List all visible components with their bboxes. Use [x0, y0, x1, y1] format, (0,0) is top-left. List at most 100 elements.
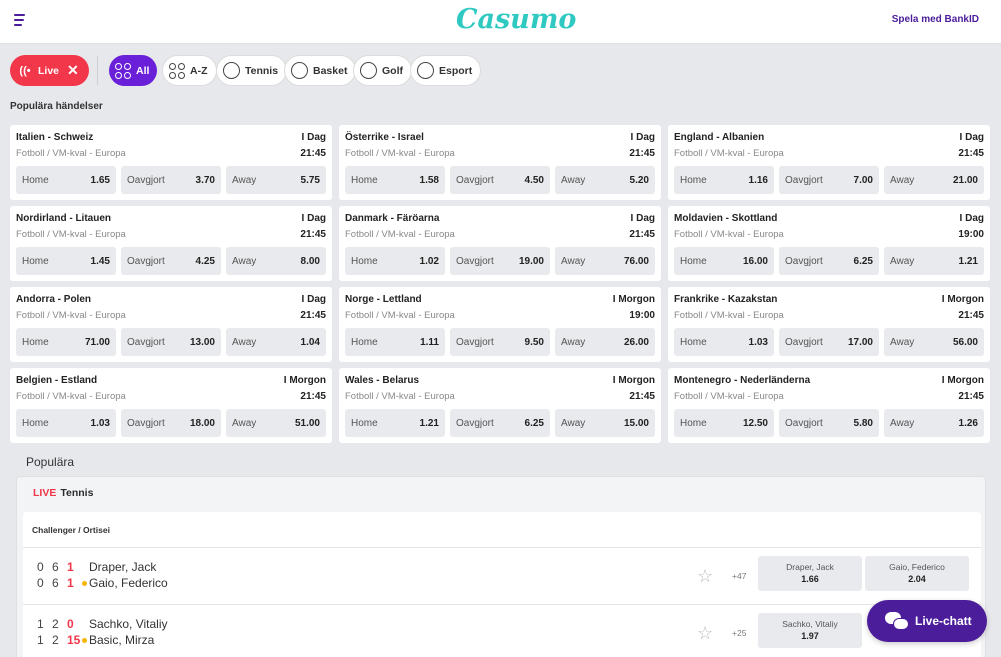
away-odds-button[interactable]: Away 5.75: [226, 166, 326, 194]
event-teams[interactable]: Danmark - Färöarna: [345, 213, 439, 224]
live-sport-header[interactable]: LIVE Tennis: [33, 487, 93, 499]
event-day: I Dag: [301, 294, 326, 305]
home-odds-button[interactable]: Home 1.58: [345, 166, 445, 194]
live-label: LIVE: [33, 487, 57, 499]
draw-odds-button[interactable]: Oavgjort 6.25: [450, 409, 550, 437]
away-odds-button[interactable]: Away 15.00: [555, 409, 655, 437]
event-card[interactable]: Danmark - Färöarna I Dag Fotboll / VM-kval…: [339, 206, 661, 281]
event-card[interactable]: Belgien - Estland I Morgon Fotboll / VM-kv…: [10, 368, 332, 443]
event-card[interactable]: Italien - Schweiz I Dag Fotboll / VM-kval …: [10, 125, 332, 200]
bankid-login-link[interactable]: Spela med BankID: [892, 14, 979, 25]
event-teams[interactable]: Norge - Lettland: [345, 294, 422, 305]
event-card[interactable]: Montenegro - Nederländerna I Morgon Fotbol…: [668, 368, 990, 443]
odds-value: 1.58: [419, 174, 439, 186]
odds-label: Away: [232, 417, 257, 429]
live-filter-chip[interactable]: ((• Live ✕: [10, 55, 89, 86]
home-odds-button[interactable]: Home 1.65: [16, 166, 116, 194]
event-teams[interactable]: Belgien - Estland: [16, 375, 97, 386]
odds-value: 1.45: [90, 255, 110, 267]
event-teams[interactable]: Moldavien - Skottland: [674, 213, 777, 224]
event-time: 21:45: [300, 229, 326, 240]
event-card[interactable]: Andorra - Polen I Dag Fotboll / VM-kval - …: [10, 287, 332, 362]
draw-odds-button[interactable]: Oavgjort 4.25: [121, 247, 221, 275]
close-icon[interactable]: ✕: [67, 62, 79, 79]
more-markets-count[interactable]: +25: [732, 628, 746, 638]
esport-filter-chip[interactable]: Esport: [410, 55, 482, 86]
home-odds-button[interactable]: Home 71.00: [16, 328, 116, 356]
away-odds-button[interactable]: Away 51.00: [226, 409, 326, 437]
away-odds-button[interactable]: Away 5.20: [555, 166, 655, 194]
event-teams[interactable]: Italien - Schweiz: [16, 132, 93, 143]
draw-odds-button[interactable]: Oavgjort 5.80: [779, 409, 879, 437]
away-odds-button[interactable]: Away 56.00: [884, 328, 984, 356]
draw-odds-button[interactable]: Oavgjort 4.50: [450, 166, 550, 194]
odds-label: Home: [22, 417, 49, 429]
event-teams[interactable]: England - Albanien: [674, 132, 764, 143]
home-odds-button[interactable]: Home 1.03: [16, 409, 116, 437]
all-filter-label: All: [136, 64, 150, 77]
odds-label: Away: [561, 174, 586, 186]
draw-odds-button[interactable]: Oavgjort 18.00: [121, 409, 221, 437]
menu-icon[interactable]: [14, 14, 28, 28]
away-odds-button[interactable]: Away 8.00: [226, 247, 326, 275]
event-card[interactable]: Norge - Lettland I Morgon Fotboll / VM-kva…: [339, 287, 661, 362]
home-odds-button[interactable]: Home 16.00: [674, 247, 774, 275]
tennis-filter-chip[interactable]: Tennis: [216, 55, 288, 86]
event-card[interactable]: Frankrike - Kazakstan I Morgon Fotboll / V…: [668, 287, 990, 362]
away-odds-button[interactable]: Away 76.00: [555, 247, 655, 275]
az-filter-chip[interactable]: A-Z: [162, 55, 217, 86]
away-odds-button[interactable]: Away 1.21: [884, 247, 984, 275]
player-names: Sachko, Vitaliy Basic, Mirza: [82, 616, 168, 648]
event-card[interactable]: Moldavien - Skottland I Dag Fotboll / VM-k…: [668, 206, 990, 281]
draw-odds-button[interactable]: Oavgjort 13.00: [121, 328, 221, 356]
home-odds-button[interactable]: Home 1.21: [345, 409, 445, 437]
live-chat-button[interactable]: Live-chatt: [867, 600, 987, 642]
event-teams[interactable]: Andorra - Polen: [16, 294, 91, 305]
golf-filter-chip[interactable]: Golf: [353, 55, 412, 86]
match-row[interactable]: 061 061 Draper, Jack Gaio, Federico ☆ +4…: [23, 549, 981, 605]
casumo-logo[interactable]: Casumo: [456, 4, 576, 35]
odds-button[interactable]: Draper, Jack 1.66: [758, 556, 862, 591]
player-name: Basic, Mirza: [89, 633, 155, 647]
draw-odds-button[interactable]: Oavgjort 17.00: [779, 328, 879, 356]
odds-label: Away: [890, 417, 915, 429]
match-list: Challenger / Ortisei 061 061 Draper, Jac…: [23, 512, 981, 657]
favorite-star-icon[interactable]: ☆: [697, 567, 713, 585]
event-teams[interactable]: Frankrike - Kazakstan: [674, 294, 777, 305]
away-odds-button[interactable]: Away 21.00: [884, 166, 984, 194]
event-card[interactable]: Österrike - Israel I Dag Fotboll / VM-kval…: [339, 125, 661, 200]
event-card[interactable]: Nordirland - Litauen I Dag Fotboll / VM-kv…: [10, 206, 332, 281]
event-teams[interactable]: Österrike - Israel: [345, 132, 424, 143]
odds-button[interactable]: Sachko, Vitaliy 1.97: [758, 613, 862, 648]
draw-odds-button[interactable]: Oavgjort 19.00: [450, 247, 550, 275]
match-row[interactable]: 120 1 2 15 Sachko, Vitaliy Basic, Mirza ☆ …: [23, 606, 981, 657]
all-filter-chip[interactable]: All: [109, 55, 158, 86]
event-teams[interactable]: Montenegro - Nederländerna: [674, 375, 810, 386]
away-odds-button[interactable]: Away 1.26: [884, 409, 984, 437]
away-odds-button[interactable]: Away 1.04: [226, 328, 326, 356]
draw-odds-button[interactable]: Oavgjort 7.00: [779, 166, 879, 194]
favorite-star-icon[interactable]: ☆: [697, 624, 713, 642]
basket-filter-chip[interactable]: Basket: [284, 55, 357, 86]
home-odds-button[interactable]: Home 12.50: [674, 409, 774, 437]
draw-odds-button[interactable]: Oavgjort 6.25: [779, 247, 879, 275]
away-odds-button[interactable]: Away 26.00: [555, 328, 655, 356]
home-odds-button[interactable]: Home 1.11: [345, 328, 445, 356]
home-odds-button[interactable]: Home 1.02: [345, 247, 445, 275]
draw-odds-button[interactable]: Oavgjort 3.70: [121, 166, 221, 194]
draw-odds-button[interactable]: Oavgjort 9.50: [450, 328, 550, 356]
home-odds-button[interactable]: Home 1.45: [16, 247, 116, 275]
event-league: Fotboll / VM-kval - Europa: [16, 391, 126, 402]
event-card[interactable]: England - Albanien I Dag Fotboll / VM-kval…: [668, 125, 990, 200]
odds-button[interactable]: Gaio, Federico 2.04: [865, 556, 969, 591]
home-odds-button[interactable]: Home 1.03: [674, 328, 774, 356]
more-markets-count[interactable]: +47: [732, 571, 746, 581]
event-teams[interactable]: Nordirland - Litauen: [16, 213, 111, 224]
event-card[interactable]: Wales - Belarus I Morgon Fotboll / VM-kval…: [339, 368, 661, 443]
odds-label: Oavgjort: [127, 174, 165, 186]
odds-value: 7.00: [853, 174, 873, 186]
odds-label: Away: [890, 336, 915, 348]
event-day: I Morgon: [941, 294, 984, 305]
event-teams[interactable]: Wales - Belarus: [345, 375, 419, 386]
home-odds-button[interactable]: Home 1.16: [674, 166, 774, 194]
